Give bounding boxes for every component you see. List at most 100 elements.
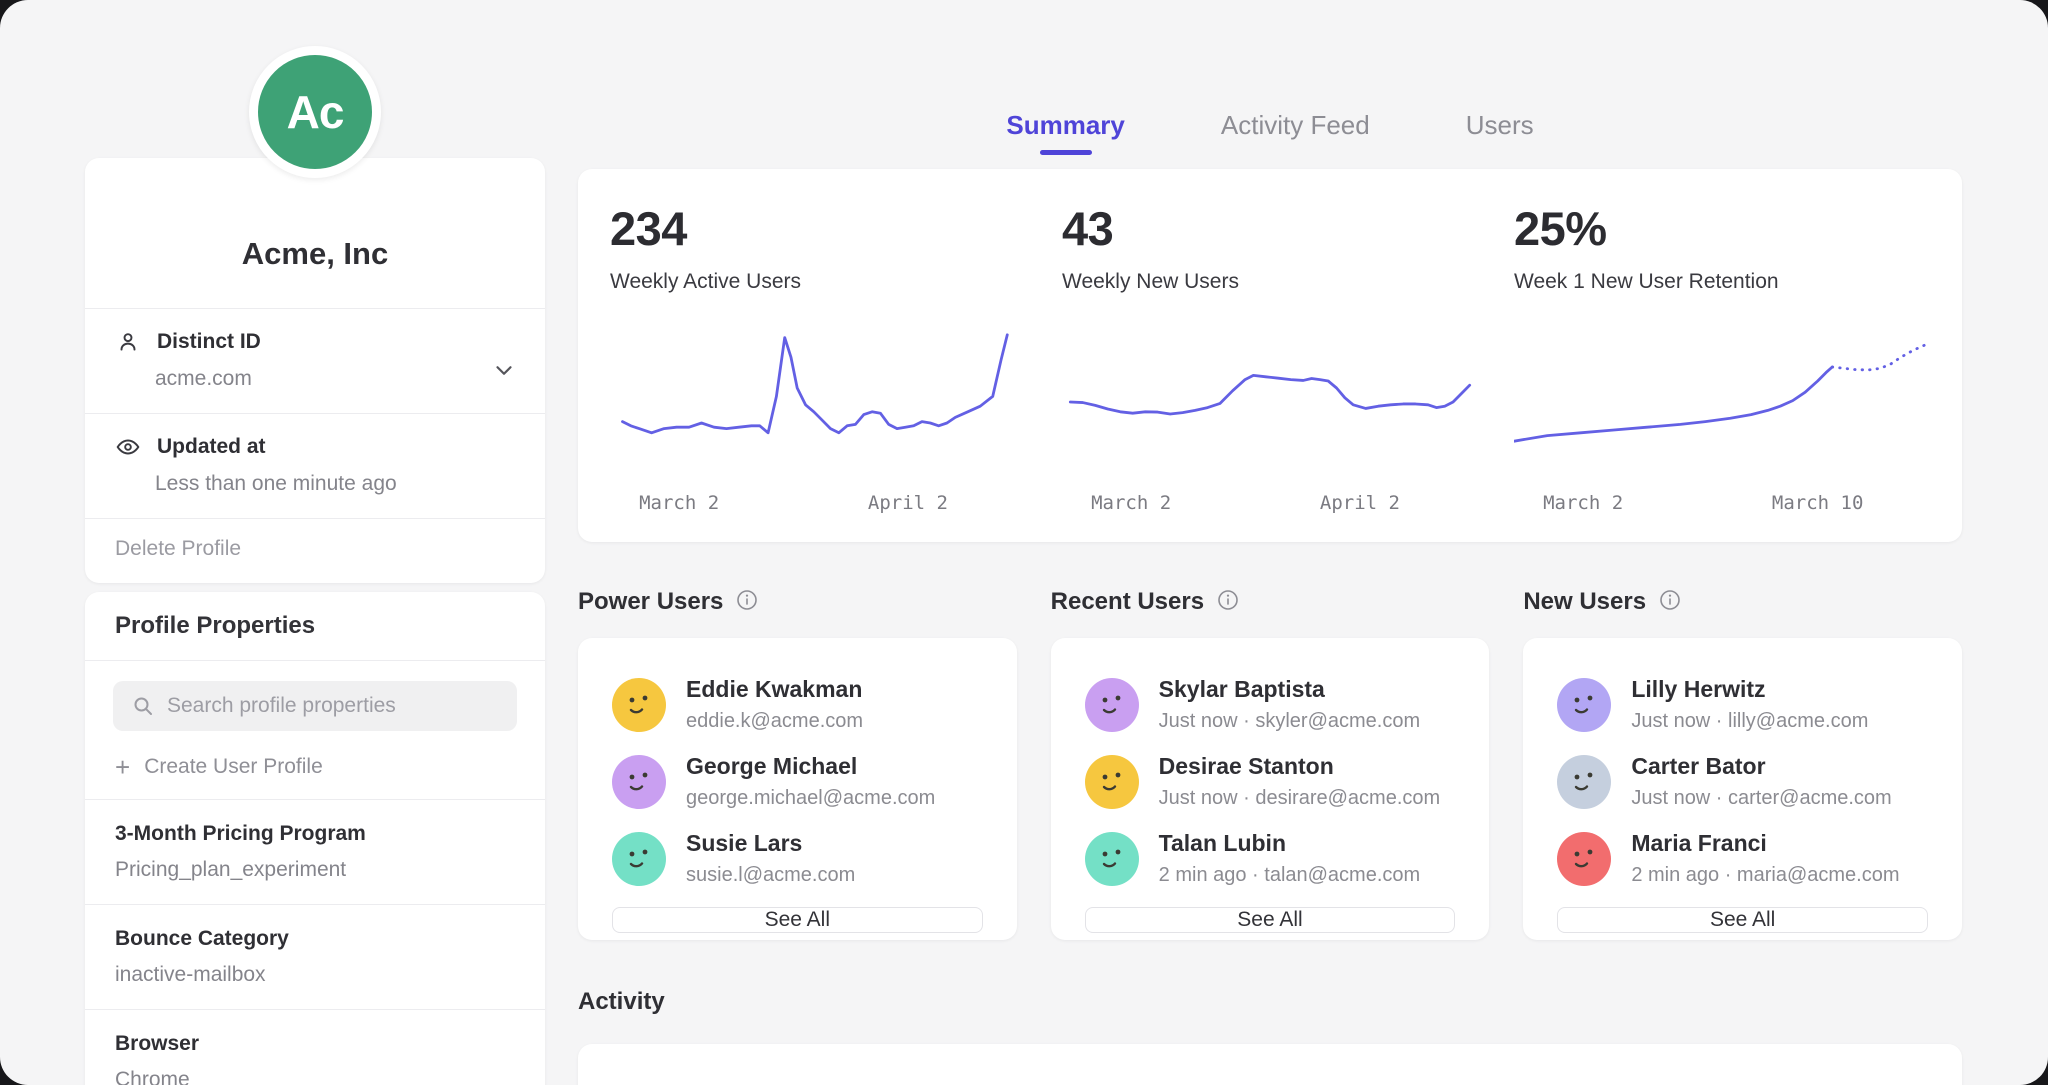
user-detail: george.michael@acme.com (686, 787, 935, 810)
user-list-item[interactable]: Eddie Kwakman eddie.k@acme.com (612, 676, 983, 733)
user-name: Eddie Kwakman (686, 676, 863, 703)
x-axis: March 2 April 2 (610, 492, 1026, 518)
metric-value: 43 (1062, 201, 1478, 256)
activity-section-header: Activity (578, 986, 1962, 1018)
summary-metrics-card: 234 Weekly Active Users March 2 April 2 … (578, 169, 1962, 542)
property-row-browser[interactable]: Browser Chrome (85, 1009, 545, 1085)
see-all-button[interactable]: See All (1085, 907, 1456, 933)
property-row-bounce-category[interactable]: Bounce Category inactive-mailbox (85, 904, 545, 1009)
section-title: Power Users (578, 588, 723, 616)
x-axis-label-end: April 2 (1320, 492, 1400, 514)
property-name: 3-Month Pricing Program (115, 822, 515, 846)
user-detail: 2 min ago · maria@acme.com (1631, 864, 1899, 887)
distinct-id-row: Distinct ID acme.com (85, 309, 545, 414)
section-header: Power Users (578, 586, 1017, 618)
user-detail: Just now · carter@acme.com (1631, 787, 1891, 810)
property-name: Browser (115, 1032, 515, 1056)
delete-profile-button[interactable]: Delete Profile (85, 519, 545, 583)
property-value: Chrome (115, 1068, 515, 1085)
search-profile-properties-input[interactable] (113, 681, 517, 731)
user-avatar (1557, 678, 1611, 732)
active-tab-underline (1040, 150, 1092, 155)
user-avatar (1557, 755, 1611, 809)
user-detail: eddie.k@acme.com (686, 710, 863, 733)
property-row-pricing-program[interactable]: 3-Month Pricing Program Pricing_plan_exp… (85, 799, 545, 904)
x-axis: March 2 April 2 (1062, 492, 1478, 518)
info-icon[interactable] (1658, 588, 1682, 617)
user-avatar (612, 678, 666, 732)
person-icon (115, 329, 141, 355)
user-name: Skylar Baptista (1159, 676, 1420, 703)
user-avatar (612, 755, 666, 809)
distinct-id-value: acme.com (155, 367, 515, 391)
metric-week1-retention: 25% Week 1 New User Retention March 2 Ma… (1514, 201, 1930, 522)
section-title: Recent Users (1051, 588, 1204, 616)
tab-users[interactable]: Users (1466, 110, 1534, 155)
power-users-card: Eddie Kwakman eddie.k@acme.com George Mich… (578, 638, 1017, 940)
user-list-item[interactable]: Desirae Stanton Just now · desirare@acme.… (1085, 753, 1456, 810)
weekly-active-users-sparkline (610, 318, 1026, 486)
user-list-item[interactable]: Maria Franci 2 min ago · maria@acme.com (1557, 830, 1928, 887)
create-user-profile-label: Create User Profile (144, 755, 323, 779)
updated-at-value: Less than one minute ago (155, 472, 515, 496)
property-name: Bounce Category (115, 927, 515, 951)
user-list-item[interactable]: Skylar Baptista Just now · skyler@acme.co… (1085, 676, 1456, 733)
updated-at-row: Updated at Less than one minute ago (85, 414, 545, 519)
profile-properties-card: Profile Properties + Create User Profile (85, 592, 545, 1085)
plus-icon: + (115, 757, 130, 777)
info-icon[interactable] (735, 588, 759, 617)
user-name: Desirae Stanton (1159, 753, 1441, 780)
chevron-down-icon[interactable] (491, 357, 517, 383)
activity-title: Activity (578, 988, 665, 1016)
metric-label: Weekly New Users (1062, 270, 1478, 294)
company-name: Acme, Inc (85, 236, 545, 272)
user-list-item[interactable]: Talan Lubin 2 min ago · talan@acme.com (1085, 830, 1456, 887)
user-detail: Just now · desirare@acme.com (1159, 787, 1441, 810)
user-name: Maria Franci (1631, 830, 1899, 857)
info-icon[interactable] (1216, 588, 1240, 617)
user-section-recent-users: Recent Users Skylar Baptista Just now · sk… (1051, 586, 1490, 940)
x-axis-label-end: March 10 (1772, 492, 1864, 514)
user-avatar (1085, 755, 1139, 809)
metric-label: Weekly Active Users (610, 270, 1026, 294)
user-avatar (1085, 832, 1139, 886)
user-detail: Just now · skyler@acme.com (1159, 710, 1420, 733)
tab-summary[interactable]: Summary (1006, 110, 1125, 155)
user-avatar (612, 832, 666, 886)
activity-stat: 234 (610, 1078, 1026, 1085)
activity-card: 234 240 3.4k (578, 1044, 1962, 1085)
property-value: inactive-mailbox (115, 963, 515, 987)
metric-label: Week 1 New User Retention (1514, 270, 1930, 294)
metric-value: 234 (610, 201, 1026, 256)
user-detail: 2 min ago · talan@acme.com (1159, 864, 1421, 887)
user-list-item[interactable]: George Michaelgeorge.michael@acme.com (612, 753, 983, 810)
user-list-item[interactable]: Lilly HerwitzJust now · lilly@acme.com (1557, 676, 1928, 733)
user-name: Carter Bator (1631, 753, 1891, 780)
user-list-item[interactable]: Carter Bator Just now · carter@acme.com (1557, 753, 1928, 810)
x-axis-label-end: April 2 (868, 492, 948, 514)
x-axis-label-start: March 2 (639, 492, 719, 514)
section-header: Recent Users (1051, 586, 1490, 618)
create-user-profile-button[interactable]: + Create User Profile (115, 755, 515, 779)
x-axis-label-start: March 2 (1543, 492, 1623, 514)
tab-activity-feed[interactable]: Activity Feed (1221, 110, 1370, 155)
user-sections: Power Users Eddie Kwakman eddie.k@acme.com… (578, 586, 1962, 940)
retention-sparkline (1514, 318, 1930, 486)
weekly-new-users-sparkline (1062, 318, 1478, 486)
updated-at-label: Updated at (157, 435, 266, 459)
profile-properties-title: Profile Properties (85, 592, 545, 661)
user-section-power-users: Power Users Eddie Kwakman eddie.k@acme.com… (578, 586, 1017, 940)
see-all-button[interactable]: See All (1557, 907, 1928, 933)
see-all-button[interactable]: See All (612, 907, 983, 933)
distinct-id-label: Distinct ID (157, 330, 261, 354)
user-name: Susie Lars (686, 830, 855, 857)
metric-weekly-new-users: 43 Weekly New Users March 2 April 2 (1062, 201, 1478, 522)
property-value: Pricing_plan_experiment (115, 858, 515, 882)
user-list-item[interactable]: Susie Larssusie.l@acme.com (612, 830, 983, 887)
section-title: New Users (1523, 588, 1646, 616)
activity-stat: 240 (1062, 1078, 1478, 1085)
profile-card: Acme, Inc Distinct ID acme.com (85, 158, 545, 583)
app-window: Ac Acme, Inc Distinct ID acme.com (0, 0, 2048, 1085)
user-name: Talan Lubin (1159, 830, 1421, 857)
tab-bar: Summary Activity Feed Users (578, 0, 1962, 155)
